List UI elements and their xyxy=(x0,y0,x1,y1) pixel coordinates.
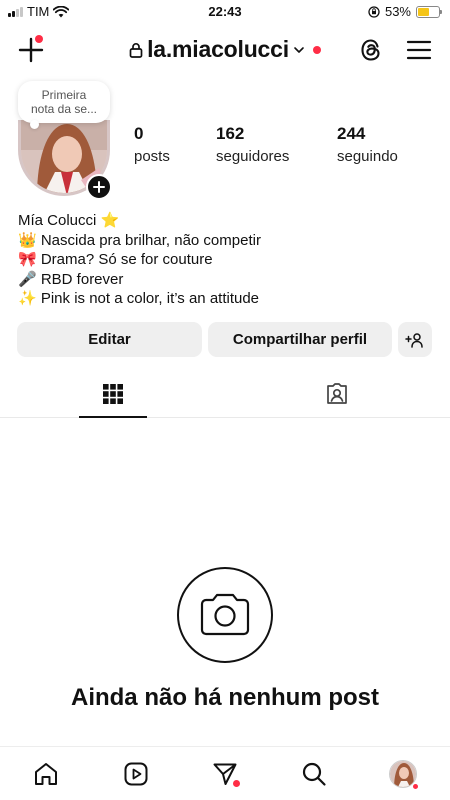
bio-line: ✨ Pink is not a color, it’s an attitude xyxy=(18,290,260,307)
nav-reels[interactable] xyxy=(122,760,150,788)
note-text-line2: nota da se... xyxy=(30,102,98,116)
lock-icon xyxy=(129,42,143,58)
battery-icon xyxy=(416,5,442,18)
display-name: Mía Colucci ⭐ xyxy=(18,212,120,229)
note-bubble[interactable]: Primeira nota da se... xyxy=(18,81,110,123)
edit-profile-button[interactable]: Editar xyxy=(17,322,202,357)
followers-label: seguidores xyxy=(216,148,290,165)
messages-notification-dot xyxy=(233,780,240,787)
tab-posts-grid[interactable] xyxy=(79,370,147,418)
following-label: seguindo xyxy=(337,148,398,165)
stat-posts[interactable]: 0 posts xyxy=(134,124,170,165)
note-text-line1: Primeira xyxy=(41,88,87,102)
bio-line: 🎀 Drama? Só se for couture xyxy=(18,251,213,268)
home-icon xyxy=(35,763,57,785)
posts-label: posts xyxy=(134,148,170,165)
followers-count: 162 xyxy=(216,124,245,143)
active-tab-indicator xyxy=(79,416,147,418)
bio-line: 👑 Nascida pra brilhar, não competir xyxy=(18,231,261,249)
account-notification-dot xyxy=(312,45,321,54)
add-person-icon xyxy=(405,332,423,348)
nav-messages[interactable] xyxy=(211,760,240,788)
following-count: 244 xyxy=(337,124,366,143)
tagged-person-icon xyxy=(327,383,347,404)
discover-people-button[interactable] xyxy=(398,322,432,357)
camera-icon xyxy=(200,593,250,636)
battery-percent: 53% xyxy=(384,4,411,19)
nav-search[interactable] xyxy=(300,760,328,788)
stat-followers[interactable]: 162 seguidores xyxy=(216,124,289,165)
profile-notification-dot xyxy=(412,783,419,790)
reels-icon xyxy=(124,762,148,786)
bottom-nav xyxy=(0,746,450,800)
grid-icon xyxy=(103,384,123,404)
chevron-down-icon xyxy=(294,46,304,53)
empty-state-camera xyxy=(177,567,273,663)
posts-count: 0 xyxy=(134,124,144,143)
empty-state-title: Ainda não há nenhum post xyxy=(70,684,379,711)
profile-tabs xyxy=(0,370,450,418)
tab-tagged[interactable] xyxy=(303,370,371,418)
bio-line: 🎤 RBD forever xyxy=(18,270,124,288)
status-bar: TIM 22:43 53% xyxy=(0,0,450,24)
search-icon xyxy=(302,762,326,786)
username: la.miacolucci xyxy=(147,36,289,62)
nav-profile[interactable] xyxy=(389,760,419,790)
orientation-lock-icon xyxy=(368,5,380,18)
profile-bio: Mía Colucci ⭐ 👑 Nascida pra brilhar, não… xyxy=(18,211,261,309)
profile-header: la.miacolucci xyxy=(0,26,450,74)
menu-icon xyxy=(406,40,432,60)
note-bubble-tail xyxy=(30,120,39,129)
share-profile-button[interactable]: Compartilhar perfil xyxy=(208,322,392,357)
nav-home[interactable] xyxy=(32,760,60,788)
status-right: 53% xyxy=(368,4,442,19)
threads-icon xyxy=(361,39,380,61)
add-story-button[interactable] xyxy=(86,174,112,200)
plus-icon xyxy=(93,181,105,193)
threads-button[interactable] xyxy=(357,36,385,64)
menu-button[interactable] xyxy=(405,36,433,64)
stat-following[interactable]: 244 seguindo xyxy=(337,124,398,165)
